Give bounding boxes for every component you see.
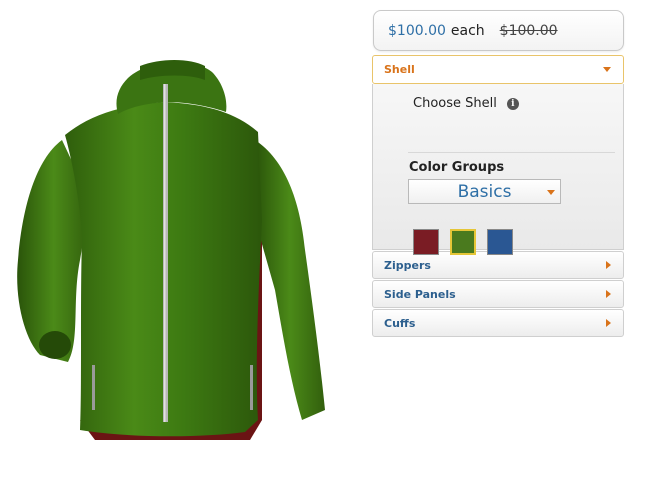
side-panels-section-header[interactable]: Side Panels [372, 280, 624, 308]
price-box: $100.00 each $100.00 [373, 10, 624, 51]
shell-section-panel: Choose Shell i Color Groups Basics [372, 84, 624, 255]
swatch-green[interactable] [450, 229, 476, 255]
original-price: $100.00 [499, 22, 558, 39]
chevron-down-icon [547, 190, 555, 195]
current-price: $100.00 [388, 22, 446, 39]
jacket-preview [0, 0, 360, 493]
color-groups-label: Color Groups [409, 160, 505, 175]
color-group-value: Basics [457, 181, 512, 202]
divider [408, 152, 615, 153]
choose-shell-label: Choose Shell [413, 96, 497, 111]
side-panels-section-label: Side Panels [384, 287, 456, 301]
chevron-right-icon [606, 261, 611, 269]
customization-accordion: Shell Choose Shell i Color Groups Basics… [372, 55, 624, 338]
cuffs-section-header[interactable]: Cuffs [372, 309, 624, 337]
info-icon[interactable]: i [506, 97, 519, 110]
color-group-select[interactable]: Basics [408, 179, 561, 204]
swatch-blue[interactable] [487, 229, 513, 255]
chevron-right-icon [606, 319, 611, 327]
right-sleeve [255, 140, 325, 420]
choose-shell-row: Choose Shell i [373, 96, 623, 111]
jacket-image [17, 60, 325, 440]
price-unit: each [450, 22, 485, 39]
color-swatches [413, 229, 513, 255]
chevron-down-icon [603, 67, 611, 72]
swatch-red[interactable] [413, 229, 439, 255]
zippers-section-label: Zippers [384, 258, 431, 272]
shell-section-label: Shell [384, 63, 415, 76]
cuffs-section-label: Cuffs [384, 316, 416, 330]
zippers-section-header[interactable]: Zippers [372, 251, 624, 279]
chevron-right-icon [606, 290, 611, 298]
shell-section-header[interactable]: Shell [372, 55, 624, 84]
